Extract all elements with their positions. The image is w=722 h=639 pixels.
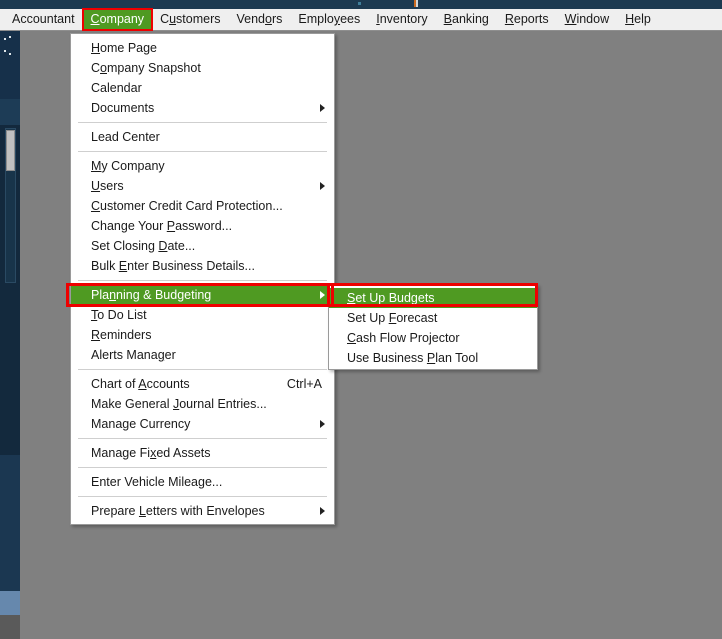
menu-item-to-do-list[interactable]: To Do List — [71, 305, 334, 325]
workspace-gutter — [20, 31, 70, 639]
submenu-arrow-icon — [320, 182, 325, 190]
menubar-item-company[interactable]: Company — [81, 8, 154, 31]
sidebar-glyph-dot-icon — [9, 36, 11, 38]
sidebar-segment — [0, 455, 20, 507]
menu-separator — [78, 369, 327, 370]
menu-item-prepare-letters-with-envelopes[interactable]: Prepare Letters with Envelopes — [71, 501, 334, 521]
menu-item-manage-fixed-assets[interactable]: Manage Fixed Assets — [71, 443, 334, 463]
sidebar-scrollbar-thumb[interactable] — [6, 130, 15, 171]
menu-item-planning-and-budgeting[interactable]: Planning & Budgeting — [71, 285, 334, 305]
sidebar-segment — [0, 591, 20, 615]
sidebar-segment — [0, 615, 20, 639]
sidebar-glyph-dot-icon — [9, 53, 11, 55]
menu-item-set-up-budgets[interactable]: Set Up Budgets — [329, 288, 537, 308]
menu-separator — [78, 151, 327, 152]
menu-item-chart-of-accounts[interactable]: Chart of Accounts Ctrl+A — [71, 374, 334, 394]
app-left-sidebar — [0, 31, 20, 639]
menu-item-shortcut: Ctrl+A — [286, 377, 322, 391]
sidebar-glyph-dot-icon — [4, 38, 6, 40]
submenu-arrow-icon — [320, 507, 325, 515]
menu-item-manage-currency[interactable]: Manage Currency — [71, 414, 334, 434]
menubar-item-accountant[interactable]: Accountant — [4, 9, 83, 30]
sidebar-segment — [0, 99, 20, 125]
menu-item-set-closing-date[interactable]: Set Closing Date... — [71, 236, 334, 256]
menubar-item-vendors[interactable]: Vendors — [229, 9, 291, 30]
menu-item-customer-credit-card-protection[interactable]: Customer Credit Card Protection... — [71, 196, 334, 216]
menu-item-set-up-forecast[interactable]: Set Up Forecast — [329, 308, 537, 328]
menu-separator — [78, 467, 327, 468]
menu-separator — [78, 122, 327, 123]
menubar-item-help[interactable]: Help — [617, 9, 659, 30]
menu-item-enter-vehicle-mileage[interactable]: Enter Vehicle Mileage... — [71, 472, 334, 492]
company-menu-dropdown: Home Page Company Snapshot Calendar Documen… — [70, 33, 335, 525]
menu-item-company-snapshot[interactable]: Company Snapshot — [71, 58, 334, 78]
submenu-arrow-icon — [320, 291, 325, 299]
main-menu-bar: Accountant Company Customers Vendors Employe… — [0, 8, 722, 31]
sidebar-glyph-dot-icon — [4, 50, 6, 52]
sidebar-segment — [0, 547, 20, 591]
menubar-item-window[interactable]: Window — [557, 9, 617, 30]
title-bar-artifact-icon — [416, 0, 418, 7]
menu-item-calendar[interactable]: Calendar — [71, 78, 334, 98]
menu-item-my-company[interactable]: My Company — [71, 156, 334, 176]
menu-item-cash-flow-projector[interactable]: Cash Flow Projector — [329, 328, 537, 348]
title-bar-artifact-icon — [358, 2, 361, 5]
quickbooks-window: Accountant Company Customers Vendors Employe… — [0, 0, 722, 639]
menu-item-lead-center[interactable]: Lead Center — [71, 127, 334, 147]
menubar-item-inventory[interactable]: Inventory — [368, 9, 435, 30]
menubar-item-banking[interactable]: Banking — [436, 9, 497, 30]
menu-separator — [78, 496, 327, 497]
menubar-item-reports[interactable]: Reports — [497, 9, 557, 30]
menu-item-use-business-plan-tool[interactable]: Use Business Plan Tool — [329, 348, 537, 368]
menu-item-make-general-journal-entries[interactable]: Make General Journal Entries... — [71, 394, 334, 414]
menubar-item-customers[interactable]: Customers — [152, 9, 228, 30]
menu-separator — [78, 438, 327, 439]
menu-item-home-page[interactable]: Home Page — [71, 38, 334, 58]
window-title-bar — [0, 0, 722, 9]
submenu-arrow-icon — [320, 104, 325, 112]
planning-and-budgeting-submenu: Set Up Budgets Set Up Forecast Cash Flow P… — [328, 284, 538, 370]
menu-item-users[interactable]: Users — [71, 176, 334, 196]
menu-separator — [78, 280, 327, 281]
menu-item-change-your-password[interactable]: Change Your Password... — [71, 216, 334, 236]
menu-item-documents[interactable]: Documents — [71, 98, 334, 118]
sidebar-segment — [0, 507, 20, 547]
menu-item-bulk-enter-business-details[interactable]: Bulk Enter Business Details... — [71, 256, 334, 276]
submenu-arrow-icon — [320, 420, 325, 428]
menu-item-alerts-manager[interactable]: Alerts Manager — [71, 345, 334, 365]
sidebar-segment — [0, 31, 20, 99]
menu-item-reminders[interactable]: Reminders — [71, 325, 334, 345]
menubar-item-employees[interactable]: Employees — [290, 9, 368, 30]
